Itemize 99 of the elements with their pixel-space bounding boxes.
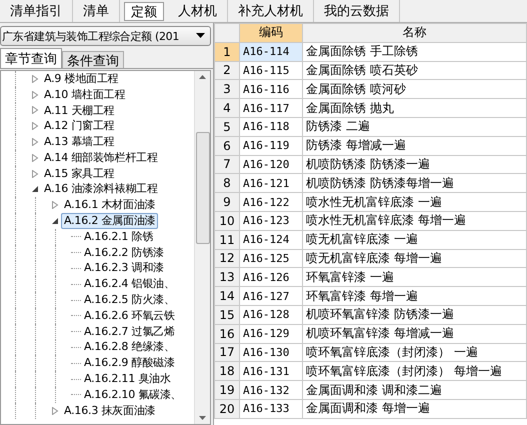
- row-number[interactable]: 7: [214, 155, 240, 174]
- table-cell: A16-123: [240, 211, 302, 230]
- tree-item[interactable]: A.13 幕墙工程: [41, 134, 118, 150]
- tree-item[interactable]: A.16.2.10 氟碳漆、: [81, 386, 185, 403]
- table-cell: A16-133: [240, 399, 302, 418]
- table-cell: 金属面调和漆 每增一遍: [302, 399, 526, 418]
- tree-item[interactable]: A.16.1 木材面油漆: [61, 197, 158, 214]
- row-number[interactable]: 15: [214, 305, 240, 324]
- tree-item[interactable]: A.16.2.6 环氧云铁: [81, 308, 178, 324]
- table-cell: A16-118: [240, 117, 302, 136]
- table-cell: A16-117: [240, 98, 302, 118]
- row-number[interactable]: 8: [214, 174, 240, 193]
- table-cell: 喷水性无机富锌底漆 一遍: [302, 192, 526, 212]
- tree-item[interactable]: A.11 天棚工程: [41, 102, 118, 118]
- table-cell: 防锈漆 每增减一遍: [302, 136, 526, 156]
- expander-icon[interactable]: [51, 217, 59, 226]
- top-tab[interactable]: 清单: [73, 0, 120, 22]
- top-tab[interactable]: 定额: [124, 2, 164, 21]
- row-number[interactable]: 5: [214, 117, 240, 136]
- tree-item[interactable]: A.16.2.7 过氯乙烯: [81, 324, 178, 340]
- table-cell: 喷无机富锌底漆 一遍: [302, 230, 526, 250]
- table-cell: A16-125: [240, 249, 302, 268]
- top-tab[interactable]: 人材机: [168, 0, 228, 22]
- column-header[interactable]: 编码: [240, 24, 302, 42]
- table-cell: 防锈漆 二遍: [302, 117, 526, 136]
- row-number[interactable]: 10: [214, 211, 240, 230]
- tree-item[interactable]: A.16 油漆涂料裱糊工程: [41, 181, 161, 198]
- table-cell: A16-132: [240, 380, 302, 400]
- tree-item[interactable]: A.15 家具工程: [41, 166, 118, 182]
- row-number[interactable]: 17: [214, 343, 240, 362]
- table-cell: 机喷防锈漆 防锈漆一遍: [302, 155, 526, 174]
- table-cell: A16-131: [240, 362, 302, 381]
- table-cell: A16-116: [240, 80, 302, 99]
- row-number[interactable]: 9: [214, 192, 240, 212]
- tree-item[interactable]: A.16.2 金属面油漆: [61, 213, 158, 230]
- table-cell: A16-124: [240, 230, 302, 250]
- table-cell: 环氧富锌漆 一遍: [302, 268, 526, 287]
- tree-item[interactable]: A.16.2.4 铝银油、: [81, 276, 178, 292]
- table-cell: 机喷防锈漆 防锈漆每增一遍: [302, 174, 526, 193]
- table-cell: 机喷环氧富锌漆 每增减一遍: [302, 324, 526, 344]
- table-cell: 金属面除锈 抛丸: [302, 98, 526, 118]
- row-number[interactable]: 14: [214, 286, 240, 306]
- dropdown-caret-icon: [196, 33, 205, 39]
- table-cell: 机喷环氧富锌漆 防锈漆一遍: [302, 305, 526, 324]
- library-dropdown[interactable]: 广东省建筑与装饰工程综合定额 (201: [0, 26, 211, 46]
- table-cell: 喷无机富锌底漆 每增一遍: [302, 249, 526, 268]
- tree-item[interactable]: A.16.2.2 防锈漆: [81, 244, 167, 261]
- tree-item[interactable]: A.16.2.9 醇酸磁漆: [81, 355, 178, 372]
- tree-item[interactable]: A.16.2.1 除锈: [81, 228, 156, 245]
- table-cell: 喷环氧富锌底漆（封闭漆） 一遍: [302, 343, 526, 362]
- scrollbar[interactable]: [194, 71, 210, 424]
- table-cell: A16-122: [240, 192, 302, 212]
- table-cell: 金属面除锈 喷石英砂: [302, 61, 526, 80]
- top-tab[interactable]: 我的云数据: [314, 0, 400, 22]
- tree-item[interactable]: A.16.2.3 调和漆: [81, 260, 167, 276]
- table-cell: 金属面调和漆 调和漆二遍: [302, 380, 526, 400]
- top-tab[interactable]: 清单指引: [0, 0, 73, 22]
- tree-item[interactable]: A.10 墙柱面工程: [41, 86, 128, 103]
- row-number[interactable]: 1: [214, 42, 240, 62]
- row-number[interactable]: 18: [214, 362, 240, 381]
- table-cell: 金属面除锈 手工除锈: [302, 42, 526, 62]
- scroll-down-icon[interactable]: [199, 416, 206, 420]
- tree-item[interactable]: A.16.2.8 绝缘漆、: [81, 339, 178, 356]
- row-number[interactable]: 13: [214, 268, 240, 287]
- table-cell: A16-115: [240, 61, 302, 80]
- tree-item[interactable]: A.9 楼地面工程: [41, 71, 122, 87]
- row-number[interactable]: 12: [214, 249, 240, 268]
- table-cell: A16-129: [240, 324, 302, 344]
- query-tab[interactable]: 章节查询: [0, 48, 62, 68]
- table-cell: A16-119: [240, 136, 302, 156]
- row-number[interactable]: 3: [214, 80, 240, 99]
- table-cell: A16-120: [240, 155, 302, 174]
- column-header[interactable]: 名称: [302, 24, 526, 42]
- tree-item[interactable]: A.16.2.5 防火漆、: [81, 292, 178, 308]
- table-cell: A16-114: [240, 42, 302, 62]
- expander-icon[interactable]: [31, 185, 39, 194]
- tree-item[interactable]: A.12 门窗工程: [41, 118, 118, 134]
- row-number[interactable]: 4: [214, 98, 240, 118]
- scroll-up-icon[interactable]: [199, 75, 206, 79]
- table-cell: A16-121: [240, 174, 302, 193]
- table-cell: A16-130: [240, 343, 302, 362]
- top-tab[interactable]: 补充人材机: [228, 0, 314, 22]
- table-cell: 喷环氧富锌底漆（封闭漆） 每增一遍: [302, 362, 526, 381]
- row-number[interactable]: 6: [214, 136, 240, 156]
- table-cell: 喷水性无机富锌底漆 每增一遍: [302, 211, 526, 230]
- row-number[interactable]: 11: [214, 230, 240, 250]
- table-cell: 环氧富锌漆 每增一遍: [302, 286, 526, 306]
- table-cell: A16-126: [240, 268, 302, 287]
- row-number[interactable]: 19: [214, 380, 240, 400]
- row-number[interactable]: 20: [214, 399, 240, 418]
- tree-item[interactable]: A.16.3 抹灰面油漆: [61, 402, 158, 419]
- row-number[interactable]: 2: [214, 61, 240, 80]
- query-tab[interactable]: 条件查询: [62, 51, 124, 68]
- table-cell: 金属面除锈 喷河砂: [302, 80, 526, 99]
- tree-item[interactable]: A.16.2.11 臭油水: [81, 371, 174, 388]
- table-cell: A16-127: [240, 286, 302, 306]
- row-number[interactable]: 16: [214, 324, 240, 344]
- tree-item[interactable]: A.14 细部装饰栏杆工程: [41, 150, 161, 166]
- table-cell: A16-128: [240, 305, 302, 324]
